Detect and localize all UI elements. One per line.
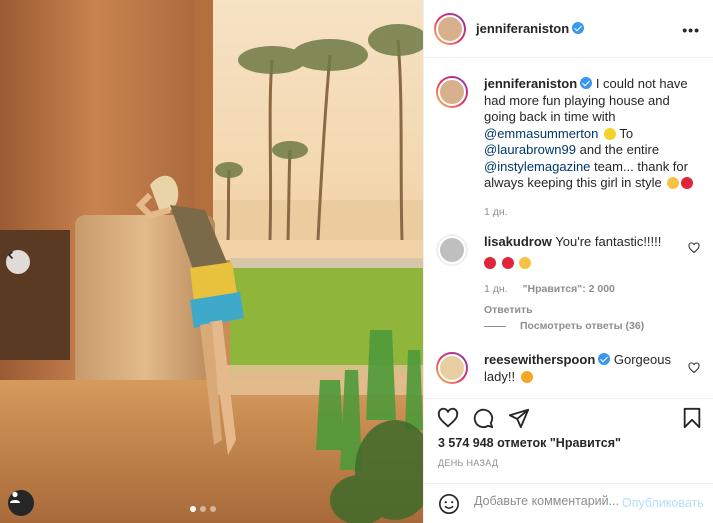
mention-link[interactable]: @instylemagazine	[484, 159, 590, 174]
carousel-dot	[190, 506, 196, 512]
caption-text-3: and the entire	[579, 142, 660, 157]
comment-username[interactable]: reesewitherspoon	[484, 352, 595, 367]
mention-link[interactable]: @laurabrown99	[484, 142, 576, 157]
user-tag-icon	[10, 491, 20, 503]
comment-time: 1 дн.	[484, 283, 508, 295]
action-bar	[424, 398, 713, 434]
caption-username[interactable]: jenniferaniston	[484, 76, 577, 91]
share-icon[interactable]	[507, 407, 531, 429]
carousel-dot	[200, 506, 206, 512]
author-username-wrap: jenniferaniston	[476, 20, 585, 38]
chevron-left-icon	[7, 250, 14, 260]
yellow-heart-emoji-icon	[603, 127, 616, 140]
more-options-button[interactable]: •••	[682, 22, 700, 38]
author-avatar[interactable]	[436, 76, 468, 108]
heart-icon[interactable]	[436, 407, 460, 429]
caption-text: jenniferaniston I could not have had mor…	[484, 76, 696, 220]
comment-icon[interactable]	[471, 407, 495, 429]
post-details-panel: jenniferaniston ••• jenniferaniston I co…	[423, 0, 713, 523]
heart-eyes-emoji-icon	[520, 370, 533, 383]
add-comment-bar: Опубликовать	[424, 483, 713, 523]
comment-meta: 1 дн. "Нравится": 2 000 Ответить	[484, 281, 696, 318]
replies-divider	[484, 325, 506, 327]
comment-body: lisakudrow You're fantastic!!!!! 1 дн. "…	[484, 234, 696, 318]
emoji-icon[interactable]	[438, 493, 460, 515]
verified-badge-icon	[598, 353, 611, 365]
verified-badge-icon	[580, 77, 593, 89]
comments-list: jenniferaniston I could not have had mor…	[424, 58, 713, 398]
comment-text-1: Gorgeous	[613, 352, 671, 367]
photo-illustration	[0, 0, 423, 523]
post-photo[interactable]	[0, 0, 423, 523]
commenter-avatar[interactable]	[436, 234, 468, 266]
view-replies-label: Посмотреть ответы (36)	[520, 320, 645, 332]
comment-body: reesewitherspoon Gorgeous lady!!	[484, 352, 696, 385]
tagged-users-button[interactable]	[8, 490, 34, 516]
bookmark-icon[interactable]	[682, 407, 702, 429]
reply-button[interactable]: Ответить	[484, 304, 533, 316]
carousel-dot	[210, 506, 216, 512]
comment-text-2: lady!!	[484, 368, 516, 384]
comment-input[interactable]	[474, 494, 624, 508]
comment-like-heart-icon[interactable]	[688, 362, 700, 374]
post-header: jenniferaniston •••	[424, 0, 713, 58]
comment-like-count[interactable]: "Нравится": 2 000	[523, 283, 615, 295]
author-username[interactable]: jenniferaniston	[476, 21, 569, 36]
carousel-indicator	[190, 506, 216, 512]
clap-emoji-icon	[519, 256, 532, 269]
mention-link[interactable]: @emmasummerton	[484, 126, 598, 141]
comment-username[interactable]: lisakudrow	[484, 234, 552, 249]
red-heart-emoji-icon	[501, 256, 514, 269]
red-heart-emoji-icon	[484, 256, 496, 269]
post-container: jenniferaniston ••• jenniferaniston I co…	[0, 0, 713, 523]
smile-emoji-icon	[667, 177, 680, 189]
comment-emojis	[484, 255, 696, 272]
verified-badge-icon	[572, 21, 585, 34]
comment-text: You're fantastic!!!!!	[555, 234, 662, 249]
caption-meta: 1 дн.	[484, 204, 696, 221]
commenter-avatar[interactable]	[436, 352, 468, 384]
likes-count[interactable]: 3 574 948 отметок "Нравится"	[438, 436, 621, 450]
caption-time: 1 дн.	[484, 205, 508, 218]
caption-text-2: To	[619, 125, 634, 141]
red-heart-emoji-icon	[681, 177, 694, 189]
publish-button[interactable]: Опубликовать	[622, 496, 704, 510]
view-replies-button[interactable]: Посмотреть ответы (36)	[484, 320, 644, 332]
comment-like-heart-icon[interactable]	[688, 242, 700, 254]
author-avatar[interactable]	[434, 12, 466, 45]
previous-photo-button[interactable]	[6, 250, 30, 274]
post-time-ago[interactable]: ДЕНЬ НАЗАД	[438, 458, 498, 468]
comment-reply-row: Ответить	[484, 302, 696, 319]
